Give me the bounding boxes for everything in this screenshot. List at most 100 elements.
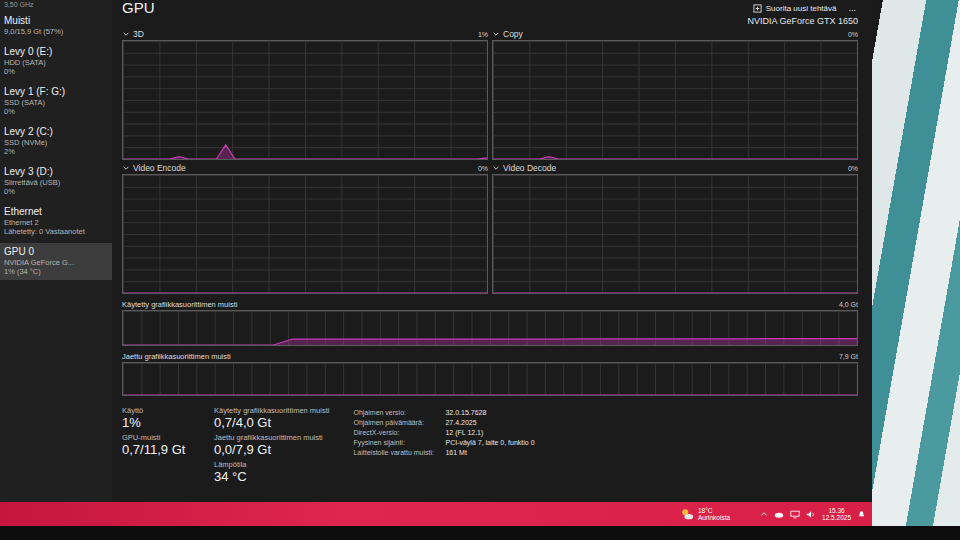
sidebar: 3,50 GHz Muisti 9,0/15,9 Gt (57%) Levy 0 … [0,0,112,502]
series-area [493,292,857,293]
engine-selector[interactable]: Copy [492,29,523,39]
engine-selector[interactable]: Video Encode [122,163,186,173]
stat-label: Käytetty grafiikkasuorittimen muisti [214,406,329,415]
engine-plot [493,41,857,159]
stat-value: 0,7/4,0 Gt [214,415,329,430]
engine-reading: 0% [478,165,488,172]
date: 12.5.2025 [822,514,851,522]
sidebar-item-line: 2% [4,147,108,156]
clock[interactable]: 15.36 12.5.2025 [822,507,851,522]
detail-row: Laitteistolle varattu muisti: 161 Mt [353,448,534,457]
sidebar-item[interactable]: Levy 1 (F: G:) SSD (SATA)0% [0,83,112,120]
series-line [493,292,857,293]
sidebar-item-line: Lähetetty: 0 Vastaanotet [4,227,108,236]
chart-area [122,40,488,160]
detail-row: Ohjaimen päivämäärä: 27.4.2025 [353,418,534,427]
detail-value: 32.0.15.7628 [445,408,486,417]
detail-value: 12 (FL 12.1) [445,428,483,437]
stats-column: Käytetty grafiikkasuorittimen muisti 0,7… [214,406,329,484]
stat: GPU-muisti 0,7/11,9 Gt [122,433,190,457]
engine-selector[interactable]: Video Decode [492,163,556,173]
background-photo [872,0,960,526]
engine-reading: 1% [478,31,488,38]
sidebar-item-title: Levy 0 (E:) [4,46,108,58]
chevron-up-icon[interactable] [760,510,768,518]
memory-chart-label: Käytetty grafiikkasuorittimen muisti [122,300,237,309]
stat: Käytetty grafiikkasuorittimen muisti 0,7… [214,406,329,430]
stat: Lämpötila 34 °C [214,460,329,484]
series-area [123,395,857,396]
sidebar-item[interactable]: Levy 2 (C:) SSD (NVMe)2% [0,123,112,160]
sidebar-item-line: NVIDIA GeForce G... [4,258,108,267]
chart-header: Käytetty grafiikkasuorittimen muisti 4,0… [122,298,858,310]
memory-chart: Käytetty grafiikkasuorittimen muisti 4,0… [122,298,858,346]
system-tray: 15.36 12.5.2025 [760,507,866,522]
chevron-down-icon [122,30,130,38]
detail-row: Ohjaimen versio: 32.0.15.7628 [353,408,534,417]
monitor-bezel [0,526,960,540]
sidebar-item-line: HDD (SATA) [4,58,108,67]
sidebar-item-line: SSD (SATA) [4,98,108,107]
engine-plot [493,175,857,293]
chevron-down-icon [122,164,130,172]
speaker-icon[interactable] [806,510,816,519]
stat-label: GPU-muisti [122,433,190,442]
header: GPU Suorita uusi tehtävä ... [122,0,858,16]
detail-key: Ohjaimen versio: [353,408,445,417]
chart-area [492,174,858,294]
detail-value: 161 Mt [445,448,466,457]
stat-label: Jaettu grafiikkasuorittimen muisti [214,433,329,442]
engine-name: 3D [133,29,144,39]
series-area [123,145,487,159]
sidebar-item-line: 0% [4,67,108,76]
chevron-down-icon [492,164,500,172]
memory-chart-max: 4,0 Gt [839,301,858,308]
series-area [123,292,487,293]
engine-selector[interactable]: 3D [122,29,144,39]
monitor: 3,50 GHz Muisti 9,0/15,9 Gt (57%) Levy 0 … [0,0,872,526]
sidebar-item[interactable]: Levy 0 (E:) HDD (SATA)0% [0,43,112,80]
detail-key: Laitteistolle varattu muisti: [353,448,445,457]
detail-value: PCI-väylä 7, laite 0, funktio 0 [445,438,534,447]
cloud-icon[interactable] [774,510,784,519]
engine-chart: Video Encode 0% [122,162,488,294]
memory-plot [123,363,857,395]
sidebar-item-title: Muisti [4,15,108,27]
sidebar-item-title: Levy 2 (C:) [4,126,108,138]
stats-section: Käyttö 1%GPU-muisti 0,7/11,9 GtKäytetty … [122,406,858,484]
chart-header: Copy 0% [492,28,858,40]
weather-widget[interactable]: 18°C Aurinkoista [680,507,730,522]
time: 15.36 [828,507,844,515]
notification-icon[interactable] [857,510,866,519]
memory-chart-max: 7,9 Gt [839,353,858,360]
sidebar-item[interactable]: Levy 3 (D:) Siirrettävä (USB)0% [0,163,112,200]
detail-key: Fyysinen sijainti: [353,438,445,447]
task-manager: 3,50 GHz Muisti 9,0/15,9 Gt (57%) Levy 0 … [0,0,872,502]
stat-value: 0,0/7,9 Gt [214,442,329,457]
memory-plot [123,311,857,345]
memory-chart: Jaettu grafiikkasuorittimen muisti 7,9 G… [122,350,858,396]
detail-key: DirectX-versio: [353,428,445,437]
sidebar-item-line: SSD (NVMe) [4,138,108,147]
more-button[interactable]: ... [846,3,858,13]
detail-row: DirectX-versio: 12 (FL 12.1) [353,428,534,437]
series-line [493,157,857,159]
chart-header: Jaettu grafiikkasuorittimen muisti 7,9 G… [122,350,858,362]
sidebar-item[interactable]: Muisti 9,0/15,9 Gt (57%) [0,12,112,40]
run-task-button[interactable]: Suorita uusi tehtävä [753,4,837,13]
sidebar-item[interactable]: Ethernet Ethernet 2Lähetetty: 0 Vastaano… [0,203,112,240]
chart-header: Video Decode 0% [492,162,858,174]
series-area [493,157,857,159]
photo-frame: 3,50 GHz Muisti 9,0/15,9 Gt (57%) Levy 0 … [0,0,960,540]
sidebar-item-line: 0% [4,107,108,116]
network-icon[interactable] [790,510,800,519]
stat: Jaettu grafiikkasuorittimen muisti 0,0/7… [214,433,329,457]
run-task-label: Suorita uusi tehtävä [766,4,837,13]
sidebar-item-line: Siirrettävä (USB) [4,178,108,187]
engine-grid: 3D 1% Copy 0% Video Encode 0% Video Deco… [122,28,858,294]
stat-label: Käyttö [122,406,190,415]
chart-area [492,40,858,160]
sidebar-item-title: Levy 1 (F: G:) [4,86,108,98]
sidebar-item[interactable]: GPU 0 NVIDIA GeForce G...1% (34 °C) [0,243,112,280]
cpu-cut-text: 3,50 GHz [0,0,112,9]
